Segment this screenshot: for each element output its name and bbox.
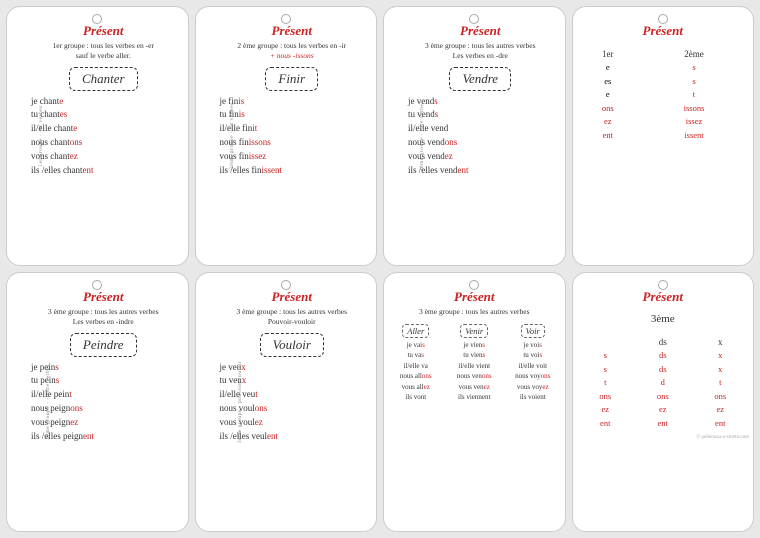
card2-subtitle: 2 ème groupe : tous les verbes en -ir+ n… (237, 41, 346, 61)
col3-c: x (692, 337, 750, 349)
col3-a (577, 337, 635, 349)
end-1er-1: e (577, 61, 639, 75)
e3-5b: ez (634, 403, 692, 417)
e3-4c: ons (692, 390, 750, 404)
end-2eme-2: s (639, 75, 749, 89)
card8-title: Présent (643, 289, 683, 305)
side-text-6: 3ème groupe · pouvoir-vouloir (237, 361, 243, 443)
e3-4b: ons (634, 390, 692, 404)
card7-title: Présent (454, 289, 494, 305)
card-multi-verb: Présent 3 ème groupe : tous les autres v… (383, 272, 566, 532)
card-vendre: 3ème groupe · -dre verbes Présent 3 ème … (383, 6, 566, 266)
end-2eme-3: t (639, 88, 749, 102)
conj-vendre: je vends tu vends il/elle vend nous vend… (404, 95, 557, 179)
endings-table-3: ds x s ds x s ds x t d t (577, 337, 750, 431)
multi-verb-grid: Aller je vais tu vas il/elle va nous all… (388, 324, 561, 403)
card-vouloir: 3ème groupe · pouvoir-vouloir Présent 3 … (195, 272, 378, 532)
end-1er-3: e (577, 88, 639, 102)
card-endings-12: Présent 1er 2ème es ess et onsissons ezi… (572, 6, 755, 266)
e3-2b: ds (634, 363, 692, 377)
col-voir: Voir je vois tu vois il/elle voit nous v… (505, 324, 561, 403)
verb-peindre: Peindre (70, 333, 137, 357)
verb-chanter: Chanter (69, 67, 138, 91)
card6-title: Présent (272, 289, 312, 305)
e3-4a: ons (577, 390, 635, 404)
verb-vendre: Vendre (449, 67, 511, 91)
side-text-3: 3ème groupe · -dre verbes (419, 101, 425, 171)
verb-voir: Voir (521, 324, 545, 338)
e3-3a: t (577, 376, 635, 390)
col-venir: Venir je viens tu viens il/elle vient no… (447, 324, 503, 403)
card5-title: Présent (83, 289, 123, 305)
card-endings-3: Présent 3ème ds x s ds x s ds x (572, 272, 755, 532)
watermark: © pellerossa.e-stretto.com (577, 435, 750, 440)
side-text-5: 3ème groupe · -indre verbes (45, 364, 51, 440)
card6-subtitle: 3 ème groupe : tous les autres verbesPou… (236, 307, 347, 327)
end-1er-4: ons (577, 102, 639, 116)
card3-subtitle: 3 ème groupe : tous les autres verbesLes… (425, 41, 536, 61)
card-chanter: 1er groupe · -er verbes Présent 1er grou… (6, 6, 189, 266)
e3-6b: ent (634, 417, 692, 431)
endings-table-12: 1er 2ème es ess et onsissons ezissez ent… (577, 49, 750, 143)
card2-title: Présent (272, 23, 312, 39)
e3-6c: ent (692, 417, 750, 431)
e3-3c: t (692, 376, 750, 390)
e3-1c: x (692, 349, 750, 363)
end-2eme-5: issez (639, 115, 749, 129)
col-aller: Aller je vais tu vas il/elle va nous all… (388, 324, 444, 403)
col3-b: ds (634, 337, 692, 349)
e3-5a: ez (577, 403, 635, 417)
e3-2a: s (577, 363, 635, 377)
page: 1er groupe · -er verbes Présent 1er grou… (0, 0, 760, 538)
card-finir: 2ème groupe · -ir verbes Présent 2 ème g… (195, 6, 378, 266)
e3-2c: x (692, 363, 750, 377)
card7-subtitle: 3 ème groupe : tous les autres verbes (419, 307, 530, 317)
group-label-3: 3ème (651, 313, 675, 325)
conj-chanter: je chante tu chantes il/elle chante nous… (27, 95, 180, 179)
conj-aller: je vais tu vas il/elle va nous allons vo… (400, 340, 432, 403)
card1-title: Présent (83, 23, 123, 39)
side-text-1: 1er groupe · -er verbes (38, 105, 44, 167)
verb-finir: Finir (265, 67, 318, 91)
card1-subtitle: 1er groupe : tous les verbes en -ersauf … (53, 41, 154, 61)
conj-venir: je viens tu viens il/elle vient nous ven… (457, 340, 492, 403)
col-1er: 1er (577, 49, 639, 61)
end-1er-5: ez (577, 115, 639, 129)
e3-1a: s (577, 349, 635, 363)
end-2eme-6: issent (639, 129, 749, 143)
side-text-2: 2ème groupe · -ir verbes (229, 103, 235, 169)
verb-venir: Venir (460, 324, 488, 338)
e3-3b: d (634, 376, 692, 390)
verb-vouloir: Vouloir (260, 333, 324, 357)
conj-finir: je finis tu finis il/elle finit nous fin… (216, 95, 369, 179)
end-2eme-1: s (639, 61, 749, 75)
card4-title: Présent (643, 23, 683, 39)
verb-aller: Aller (402, 324, 429, 338)
card3-title: Présent (460, 23, 500, 39)
conj-voir: je vois tu vois il/elle voit nous voyons… (515, 340, 550, 403)
e3-1b: ds (634, 349, 692, 363)
e3-6a: ent (577, 417, 635, 431)
card5-subtitle: 3 ème groupe : tous les autres verbesLes… (48, 307, 159, 327)
end-1er-6: ent (577, 129, 639, 143)
end-1er-2: es (577, 75, 639, 89)
col-2eme: 2ème (639, 49, 749, 61)
end-2eme-4: issons (639, 102, 749, 116)
e3-5c: ez (692, 403, 750, 417)
card-peindre: 3ème groupe · -indre verbes Présent 3 èm… (6, 272, 189, 532)
